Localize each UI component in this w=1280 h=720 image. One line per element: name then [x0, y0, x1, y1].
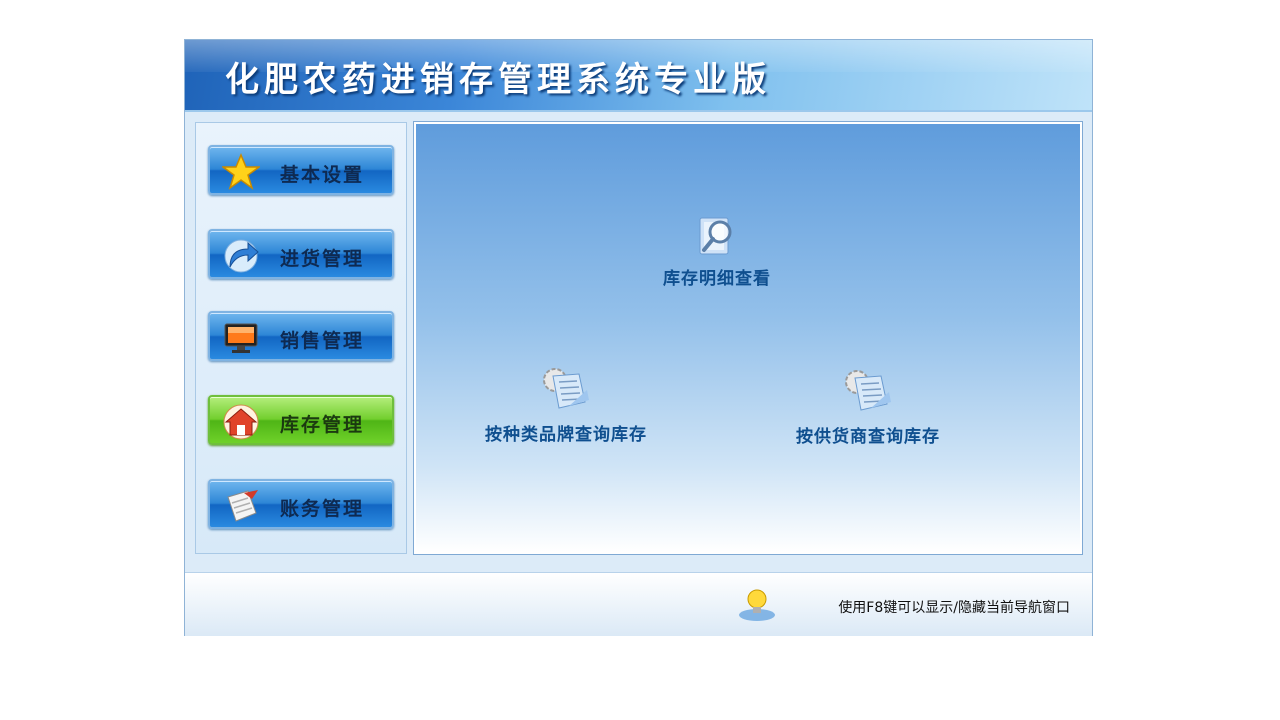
- star-icon: [222, 153, 260, 190]
- status-bar: 使用F8键可以显示/隐藏当前导航窗口: [185, 572, 1092, 636]
- function-label: 库存明细查看: [663, 269, 771, 289]
- title-bar: 化肥农药进销存管理系统专业版: [185, 40, 1092, 112]
- nav-purchase-button[interactable]: 进货管理: [208, 229, 394, 279]
- nav-label: 库存管理: [280, 414, 365, 436]
- nav-label: 进货管理: [280, 248, 365, 270]
- house-icon: [223, 404, 259, 440]
- monitor-icon: [224, 323, 258, 353]
- function-label: 按供货商查询库存: [796, 427, 940, 447]
- nav-label: 基本设置: [280, 164, 365, 186]
- inventory-detail-link[interactable]: 库存明细查看: [642, 210, 792, 289]
- lightbulb-icon: [739, 589, 775, 621]
- query-by-brand-link[interactable]: 按种类品牌查询库存: [476, 364, 656, 445]
- sidebar: 基本设置 进货管理 销售管理 库存管理 账务管理: [195, 122, 407, 554]
- document-gear-icon: [845, 370, 891, 411]
- document-gear-icon: [543, 368, 589, 409]
- nav-inventory-button[interactable]: 库存管理: [208, 395, 394, 445]
- nav-label: 账务管理: [280, 498, 365, 520]
- query-by-supplier-link[interactable]: 按供货商查询库存: [778, 366, 958, 447]
- nav-sales-button[interactable]: 销售管理: [208, 311, 394, 361]
- content-panel: 库存明细查看 按种类品牌查询库存 按供货商查询库存: [414, 122, 1082, 554]
- nav-basic-settings-button[interactable]: 基本设置: [208, 145, 394, 195]
- app-window: 化肥农药进销存管理系统专业版 基本设置 进货管理 销售管理 库存管理 账务管理 …: [185, 40, 1092, 636]
- nav-label: 销售管理: [280, 330, 365, 352]
- arrow-icon: [224, 239, 259, 273]
- function-label: 按种类品牌查询库存: [485, 425, 647, 445]
- status-hint: 使用F8键可以显示/隐藏当前导航窗口: [838, 600, 1070, 616]
- magnifier-icon: [699, 217, 732, 255]
- scroll-icon: [227, 490, 258, 522]
- app-title: 化肥农药进销存管理系统专业版: [225, 60, 771, 100]
- nav-accounting-button[interactable]: 账务管理: [208, 479, 394, 529]
